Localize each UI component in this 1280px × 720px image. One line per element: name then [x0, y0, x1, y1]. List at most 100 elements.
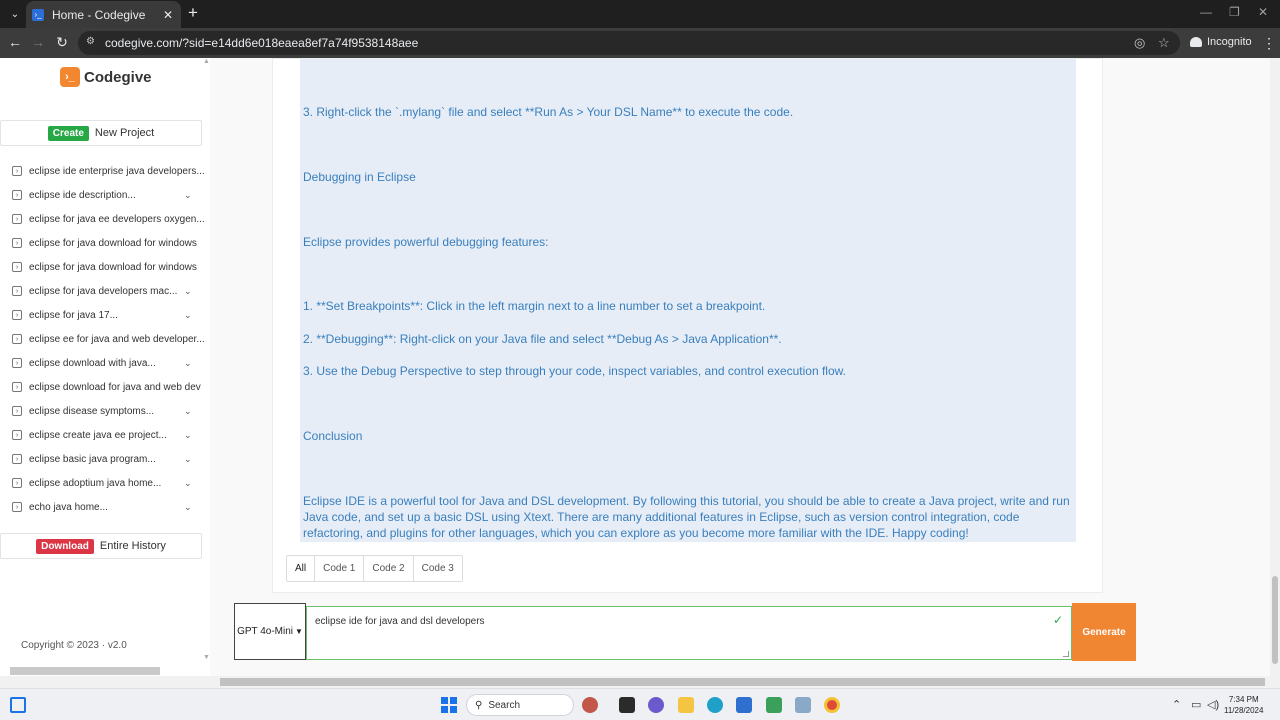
store-icon[interactable]	[736, 697, 752, 713]
history-item[interactable]: › eclipse for java developers mac... ⌄	[0, 279, 206, 303]
history-item[interactable]: › eclipse for java 17... ⌄	[0, 303, 206, 327]
edge-icon[interactable]	[707, 697, 723, 713]
chevron-down-icon[interactable]: ⌄	[184, 430, 192, 441]
browser-tab-bar: ⌄ ›_ Home - Codegive ✕ + — ❐ ✕	[0, 0, 1280, 28]
widgets-icon[interactable]	[10, 697, 26, 713]
terminal-icon: ›	[12, 334, 22, 344]
history-item[interactable]: › eclipse for java download for windows	[0, 255, 206, 279]
forward-icon[interactable]: →	[29, 34, 47, 50]
logo[interactable]: ›_ Codegive	[60, 67, 152, 87]
history-item[interactable]: › eclipse basic java program... ⌄	[0, 447, 206, 471]
incognito-label: Incognito	[1207, 36, 1252, 48]
chevron-down-icon[interactable]: ⌄	[184, 454, 192, 465]
history-item[interactable]: › eclipse download for java and web dev	[0, 375, 206, 399]
back-icon[interactable]: ←	[6, 34, 24, 50]
resize-handle-icon[interactable]	[1063, 651, 1069, 657]
volume-icon[interactable]: ◁)	[1207, 698, 1219, 711]
omnibox[interactable]: ⚙ codegive.com/?sid=e14dd6e018eaea8ef7a7…	[78, 31, 1180, 55]
task-view-icon[interactable]	[619, 697, 635, 713]
generate-button[interactable]: Generate	[1072, 603, 1136, 661]
horizontal-scroll-thumb[interactable]	[220, 678, 1265, 686]
scroll-down-icon[interactable]: ▼	[203, 654, 210, 661]
scroll-up-icon[interactable]: ▲	[203, 58, 210, 65]
chevron-down-icon: ▼	[295, 627, 303, 636]
browser-menu-icon[interactable]: ⋮	[1262, 35, 1276, 52]
incognito-indicator[interactable]: Incognito	[1190, 36, 1252, 48]
chevron-down-icon[interactable]: ⌄	[184, 286, 192, 297]
new-tab-icon[interactable]: +	[188, 4, 198, 22]
history-item-label: eclipse download with java...	[29, 357, 156, 369]
terminal-icon: ›	[12, 262, 22, 272]
reload-icon[interactable]: ↻	[53, 34, 71, 51]
chevron-down-icon[interactable]: ⌄	[184, 358, 192, 369]
page-horizontal-scrollbar[interactable]	[0, 676, 1280, 688]
terminal-icon: ›	[12, 166, 22, 176]
history-item-label: eclipse ee for java and web developer...	[29, 333, 204, 345]
display-icon[interactable]: ▭	[1191, 698, 1201, 711]
model-select-value: GPT 4o-Mini	[237, 626, 294, 637]
incognito-icon	[1190, 37, 1202, 47]
history-item-label: eclipse ide enterprise java developers..…	[29, 165, 204, 177]
history-item-label: echo java home...	[29, 501, 108, 513]
tab-code-3[interactable]: Code 3	[414, 556, 462, 581]
taskbar-search[interactable]: ⚲ Search	[466, 694, 574, 716]
history-item[interactable]: › eclipse disease symptoms... ⌄	[0, 399, 206, 423]
sidebar-horizontal-scrollbar[interactable]	[10, 667, 160, 675]
download-history-button[interactable]: Download Entire History	[0, 533, 202, 559]
bookmark-star-icon[interactable]: ☆	[1158, 35, 1170, 51]
tab-search-icon[interactable]: ⌄	[6, 5, 24, 23]
model-select[interactable]: GPT 4o-Mini ▼	[234, 603, 306, 660]
copyright: Copyright © 2023 · v2.0	[21, 640, 127, 651]
tab-all[interactable]: All	[287, 556, 316, 581]
paragraph: Eclipse provides powerful debugging feat…	[303, 235, 549, 249]
file-explorer-icon[interactable]	[678, 697, 694, 713]
site-info-icon[interactable]: ⚙	[86, 36, 100, 50]
clock[interactable]: 7:34 PM 11/28/2024	[1224, 694, 1263, 716]
heading-debugging: Debugging in Eclipse	[303, 170, 416, 184]
codegive-logo-icon: ›_	[60, 67, 80, 87]
history-item[interactable]: › eclipse adoptium java home... ⌄	[0, 471, 206, 495]
chrome-icon[interactable]	[824, 697, 840, 713]
paragraph: 3. Use the Debug Perspective to step thr…	[303, 364, 846, 378]
prompt-area: GPT 4o-Mini ▼ eclipse ide for java and d…	[234, 602, 1137, 662]
search-highlight-icon[interactable]	[582, 697, 598, 713]
url-text[interactable]: codegive.com/?sid=e14dd6e018eaea8ef7a74f…	[105, 36, 418, 50]
history-item[interactable]: › eclipse create java ee project... ⌄	[0, 423, 206, 447]
history-item[interactable]: › eclipse for java ee developers oxygen..…	[0, 207, 206, 231]
address-bar-row: ← → ↻ ⚙ codegive.com/?sid=e14dd6e018eaea…	[0, 28, 1280, 58]
chevron-down-icon[interactable]: ⌄	[184, 406, 192, 417]
history-item[interactable]: › eclipse download with java... ⌄	[0, 351, 206, 375]
logo-text: Codegive	[84, 68, 152, 86]
history-item[interactable]: › eclipse ee for java and web developer..…	[0, 327, 206, 351]
chevron-up-icon[interactable]: ⌃	[1172, 698, 1181, 711]
create-badge: Create	[47, 125, 89, 141]
paragraph: Eclipse IDE is a powerful tool for Java …	[303, 494, 1070, 540]
history-item[interactable]: › echo java home... ⌄	[0, 495, 206, 519]
chevron-down-icon[interactable]: ⌄	[184, 478, 192, 489]
chevron-down-icon[interactable]: ⌄	[184, 502, 192, 513]
minimize-icon[interactable]: —	[1200, 5, 1212, 19]
chevron-down-icon[interactable]: ⌄	[184, 190, 192, 201]
chat-icon[interactable]	[648, 697, 664, 713]
browser-tab[interactable]: ›_ Home - Codegive ✕	[26, 1, 181, 28]
check-icon: ✓	[1052, 613, 1063, 627]
app-icon[interactable]	[795, 697, 811, 713]
prompt-input[interactable]: eclipse ide for java and dsl developers …	[306, 606, 1072, 660]
history-item[interactable]: › eclipse for java download for windows	[0, 231, 206, 255]
chevron-down-icon[interactable]: ⌄	[184, 310, 192, 321]
paragraph: 2. **Debugging**: Right-click on your Ja…	[303, 332, 782, 346]
restore-icon[interactable]: ❐	[1229, 5, 1240, 19]
history-item[interactable]: › eclipse ide enterprise java developers.…	[0, 159, 206, 183]
tab-code-2[interactable]: Code 2	[364, 556, 414, 581]
tab-code-1[interactable]: Code 1	[315, 556, 365, 581]
tab-close-icon[interactable]: ✕	[161, 8, 175, 22]
page-vertical-scrollbar[interactable]	[1270, 58, 1280, 676]
excel-icon[interactable]	[766, 697, 782, 713]
vertical-scroll-thumb[interactable]	[1272, 576, 1278, 664]
terminal-icon: ›	[12, 358, 22, 368]
new-project-button[interactable]: Create New Project	[0, 120, 202, 146]
start-icon[interactable]	[441, 697, 457, 713]
window-close-icon[interactable]: ✕	[1258, 5, 1268, 19]
eye-slash-icon[interactable]: ◎	[1134, 35, 1145, 51]
history-item[interactable]: › eclipse ide description... ⌄	[0, 183, 206, 207]
